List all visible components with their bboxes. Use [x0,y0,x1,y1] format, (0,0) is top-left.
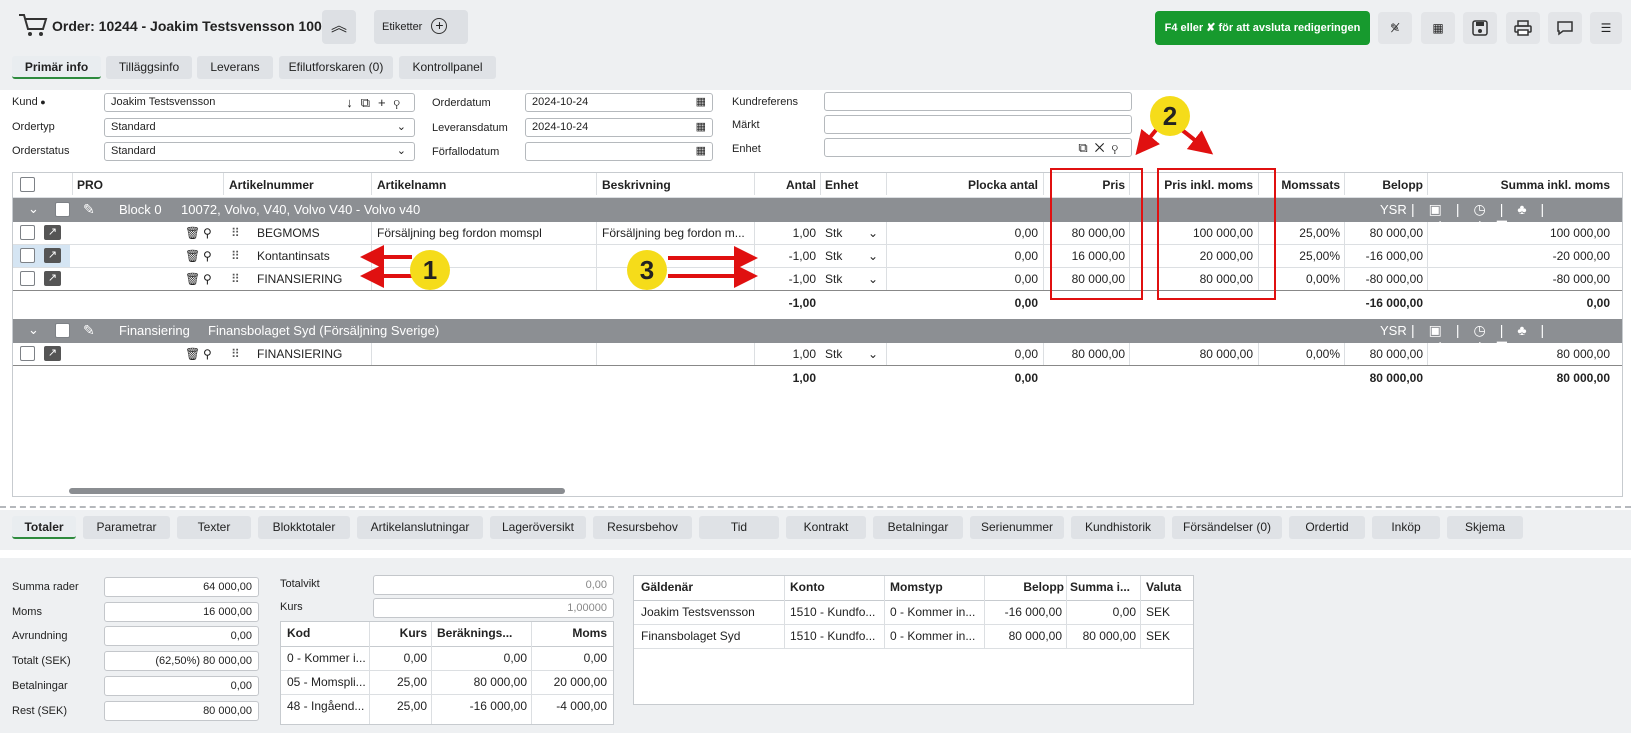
arrow-2a [1135,128,1160,156]
annotation-marker-2: 2 [1150,96,1190,136]
annotation-marker-1: 1 [410,250,450,290]
annotation-marker-3: 3 [627,250,667,290]
annotation-arrows [360,128,1214,288]
arrow-2b [1180,128,1214,155]
